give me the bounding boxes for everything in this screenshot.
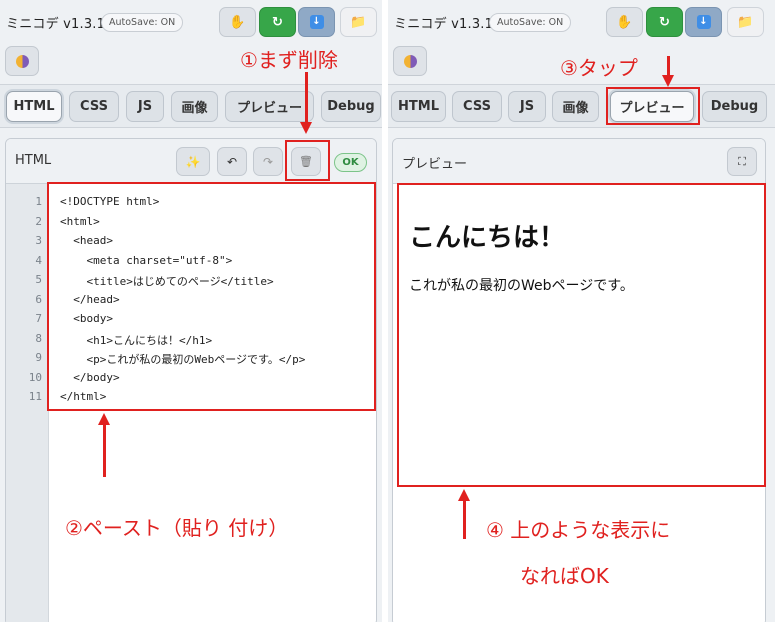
sparkle-icon: ✨	[185, 154, 201, 169]
autosave-badge: AutoSave: ON	[101, 13, 184, 32]
hand-icon: ✋	[229, 14, 246, 30]
hand-icon: ✋	[616, 14, 633, 30]
line-number: 2	[35, 214, 42, 228]
line-number: 8	[35, 331, 42, 345]
line-number: 5	[35, 273, 42, 286]
fullscreen-button[interactable]: ⛶	[727, 147, 757, 176]
undo-icon: ↶	[226, 154, 238, 169]
annotation-step2: ②ペースト（貼り 付け）	[65, 516, 289, 540]
arrow-head	[662, 75, 674, 87]
app-title: ミニコデ v1.3.1	[394, 17, 494, 32]
line-number: 4	[35, 253, 42, 267]
line-number: 1	[35, 195, 42, 208]
redo-button[interactable]: ↷	[253, 147, 283, 176]
download-button[interactable]: ↓	[685, 7, 722, 37]
tab-bar: HTML CSS JS 画像 プレビュー Debug	[388, 84, 775, 128]
theme-icon	[15, 54, 29, 68]
tab-image[interactable]: 画像	[552, 91, 599, 122]
theme-button[interactable]	[393, 46, 427, 76]
highlight-preview-tab	[606, 87, 700, 125]
line-number: 3	[35, 234, 42, 247]
hand-button[interactable]: ✋	[219, 7, 256, 37]
refresh-icon: ↻	[272, 14, 283, 30]
refresh-button[interactable]: ↻	[259, 7, 296, 37]
folder-button[interactable]: 📁	[340, 7, 377, 37]
redo-icon: ↷	[262, 154, 274, 169]
tab-preview[interactable]: プレビュー	[225, 91, 314, 122]
annotation-step4-line2: なればOK	[520, 564, 609, 588]
tab-js[interactable]: JS	[508, 91, 546, 122]
highlight-clear-button	[285, 140, 330, 181]
preview-title: プレビュー	[402, 157, 468, 172]
format-button[interactable]: ✨	[176, 147, 210, 176]
download-icon: ↓	[309, 15, 324, 29]
hand-button[interactable]: ✋	[606, 7, 643, 37]
fullscreen-icon: ⛶	[738, 154, 746, 168]
theme-button[interactable]	[5, 46, 39, 76]
folder-icon: 📁	[350, 14, 367, 30]
tab-debug[interactable]: Debug	[321, 91, 381, 122]
app-title: ミニコデ v1.3.1	[6, 17, 106, 32]
download-icon: ↓	[696, 15, 711, 29]
tab-css[interactable]: CSS	[69, 91, 119, 122]
theme-icon	[403, 54, 417, 68]
tab-html[interactable]: HTML	[6, 91, 62, 122]
refresh-icon: ↻	[659, 14, 670, 30]
tab-css[interactable]: CSS	[452, 91, 502, 122]
status-badge: OK	[334, 153, 367, 172]
highlight-preview-area	[397, 183, 766, 487]
annotation-step1: ①まず削除	[240, 48, 338, 72]
download-button[interactable]: ↓	[298, 7, 335, 37]
folder-icon: 📁	[737, 14, 754, 30]
line-number: 11	[28, 390, 42, 403]
tab-js[interactable]: JS	[126, 91, 164, 122]
arrow-step1	[305, 72, 308, 124]
arrow-head	[300, 122, 312, 134]
folder-button[interactable]: 📁	[727, 7, 764, 37]
line-number: 10	[28, 370, 42, 384]
highlight-code-area	[47, 182, 376, 411]
tab-image[interactable]: 画像	[171, 91, 218, 122]
undo-button[interactable]: ↶	[217, 147, 247, 176]
autosave-badge: AutoSave: ON	[489, 13, 572, 32]
line-number-gutter: 1 2 3 4 5 6 7 8 9 10 11	[6, 184, 49, 622]
refresh-button[interactable]: ↻	[646, 7, 683, 37]
tab-html[interactable]: HTML	[391, 91, 446, 122]
annotation-step4-line1: ④ 上のような表示に	[486, 518, 671, 542]
preview-header: プレビュー ⛶	[393, 139, 765, 184]
tab-bar: HTML CSS JS 画像 プレビュー Debug	[0, 84, 382, 128]
annotation-step3: ③タップ	[560, 56, 638, 80]
line-number: 9	[35, 351, 42, 364]
tab-debug[interactable]: Debug	[702, 91, 767, 122]
editor-title: HTML	[15, 153, 52, 168]
line-number: 7	[35, 312, 42, 325]
line-number: 6	[35, 292, 42, 306]
arrow-step4	[463, 499, 466, 539]
arrow-step2	[103, 423, 106, 477]
